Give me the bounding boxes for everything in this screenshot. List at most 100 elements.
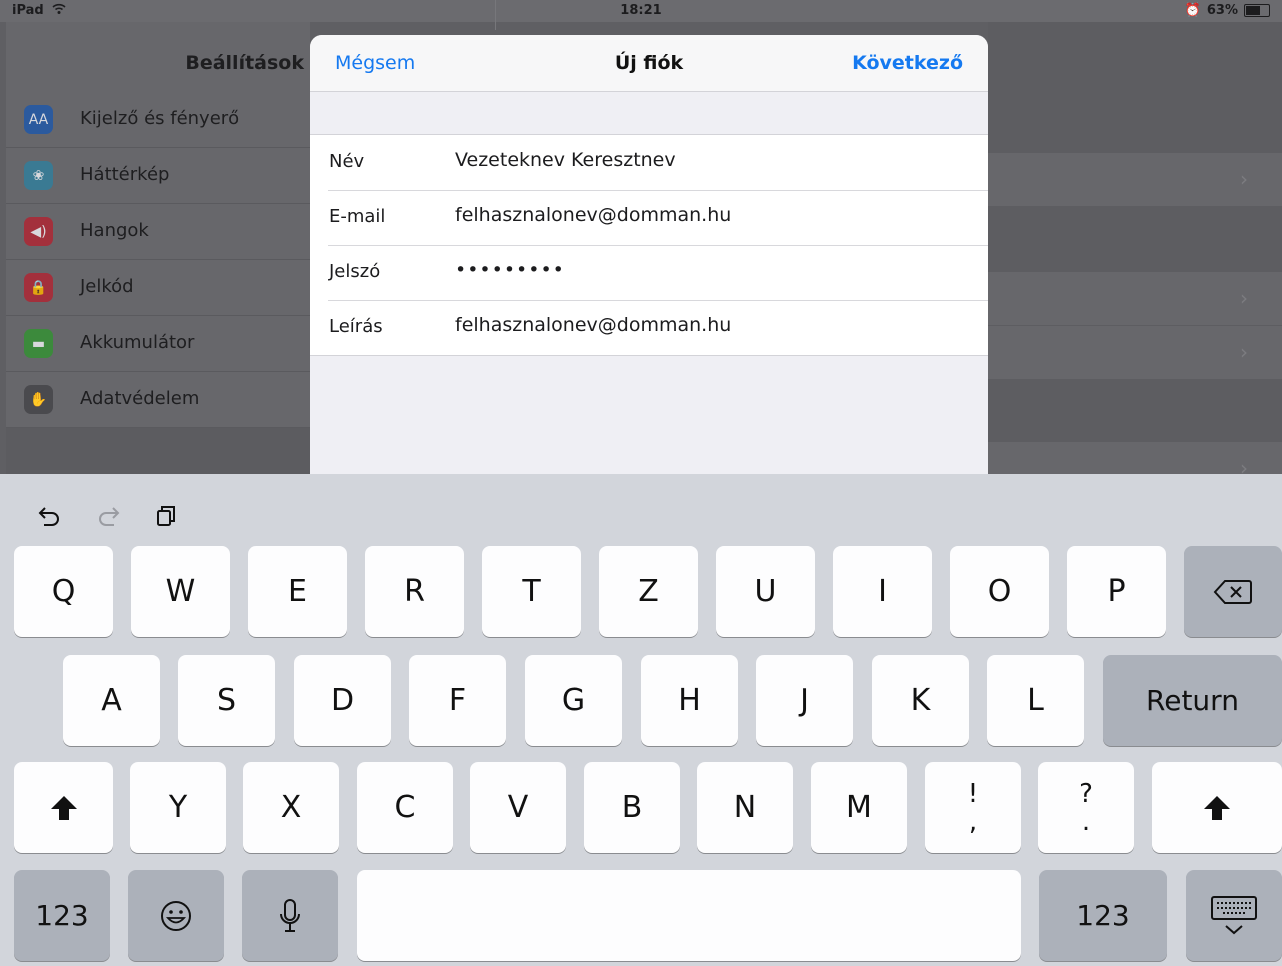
key-n[interactable]: N <box>697 762 793 853</box>
passcode-icon: 🔒 <box>24 273 53 302</box>
settings-item-wallpaper[interactable]: ❀ Háttérkép <box>6 148 310 204</box>
privacy-hand-icon: ✋ <box>24 385 53 414</box>
key-d[interactable]: D <box>294 655 391 746</box>
key-exclaim-comma[interactable]: !, <box>925 762 1021 853</box>
settings-sidebar: Beállítások AA Kijelző és fényerő ❀ Hátt… <box>6 22 310 482</box>
key-p[interactable]: P <box>1067 546 1166 637</box>
clock: 18:21 <box>620 3 662 18</box>
new-account-modal: Mégsem Új fiók Következő Név Vezeteknev … <box>310 35 988 480</box>
key-f[interactable]: F <box>409 655 506 746</box>
settings-item-passcode[interactable]: 🔒 Jelkód <box>6 260 310 316</box>
display-brightness-icon: AA <box>24 105 53 134</box>
shift-icon <box>50 795 77 820</box>
field-label: E-mail <box>329 206 386 227</box>
settings-item-battery[interactable]: ▬ Akkumulátor <box>6 316 310 372</box>
undo-icon[interactable] <box>32 499 66 533</box>
chevron-right-icon: › <box>1240 340 1248 364</box>
key-c[interactable]: C <box>357 762 453 853</box>
key-s[interactable]: S <box>178 655 275 746</box>
key-z[interactable]: Z <box>599 546 698 637</box>
key-q[interactable]: Q <box>14 546 113 637</box>
split-divider <box>495 0 496 30</box>
emoji-key[interactable] <box>128 870 224 961</box>
key-r[interactable]: R <box>365 546 464 637</box>
settings-item-label: Kijelző és fényerő <box>80 108 240 129</box>
settings-item-label: Akkumulátor <box>80 332 195 353</box>
key-bottom-char: , <box>968 806 978 837</box>
key-k[interactable]: K <box>872 655 969 746</box>
settings-item-label: Jelkód <box>80 276 134 297</box>
key-top-char: ! <box>967 778 979 809</box>
numbers-key-left[interactable]: 123 <box>14 870 110 961</box>
key-i[interactable]: I <box>833 546 932 637</box>
wallpaper-icon: ❀ <box>24 161 53 190</box>
form-row-password[interactable]: Jelszó ••••••••• <box>310 245 988 300</box>
battery-percent: 63% <box>1206 3 1238 18</box>
form-row-description[interactable]: Leírás felhasznalonev@domman.hu <box>310 300 988 355</box>
alarm-icon: ⏰ <box>1184 3 1201 18</box>
status-right: ⏰ 63% <box>1185 3 1270 18</box>
key-h[interactable]: H <box>641 655 738 746</box>
backspace-key[interactable] <box>1184 546 1282 637</box>
keyboard-dismiss-icon <box>1211 895 1257 934</box>
field-label: Név <box>329 151 365 172</box>
shift-key-left[interactable] <box>14 762 113 853</box>
key-b[interactable]: B <box>584 762 680 853</box>
shift-key-right[interactable] <box>1152 762 1282 853</box>
key-u[interactable]: U <box>716 546 815 637</box>
settings-item-privacy[interactable]: ✋ Adatvédelem <box>6 372 310 428</box>
key-o[interactable]: O <box>950 546 1049 637</box>
settings-item-sounds[interactable]: ◀) Hangok <box>6 204 310 260</box>
name-field[interactable]: Vezeteknev Keresztnev <box>455 149 955 171</box>
detail-cell: › <box>988 272 1282 325</box>
emoji-icon <box>161 900 191 931</box>
key-bottom-char: . <box>1081 806 1091 837</box>
key-l[interactable]: L <box>987 655 1084 746</box>
chevron-right-icon: › <box>1240 286 1248 310</box>
dictation-key[interactable] <box>242 870 338 961</box>
redo-icon[interactable] <box>92 499 126 533</box>
key-e[interactable]: E <box>248 546 347 637</box>
section-gap <box>6 428 310 478</box>
modal-navbar: Mégsem Új fiók Következő <box>310 35 988 92</box>
key-t[interactable]: T <box>482 546 581 637</box>
battery-icon <box>1244 4 1270 17</box>
account-form: Név Vezeteknev Keresztnev E-mail felhasz… <box>310 134 988 356</box>
field-label: Jelszó <box>329 261 381 282</box>
key-x[interactable]: X <box>243 762 339 853</box>
microphone-icon <box>280 898 300 932</box>
key-y[interactable]: Y <box>130 762 226 853</box>
description-field[interactable]: felhasznalonev@domman.hu <box>455 314 955 336</box>
detail-pane: › › › › <box>988 22 1282 495</box>
chevron-right-icon: › <box>1240 167 1248 191</box>
settings-item-display[interactable]: AA Kijelző és fényerő <box>6 92 310 148</box>
field-label: Leírás <box>329 316 383 337</box>
form-row-name[interactable]: Név Vezeteknev Keresztnev <box>310 135 988 190</box>
settings-title: Beállítások <box>185 52 304 74</box>
password-field[interactable]: ••••••••• <box>455 259 955 281</box>
paste-icon[interactable] <box>149 499 183 533</box>
key-w[interactable]: W <box>131 546 230 637</box>
dismiss-keyboard-key[interactable] <box>1186 870 1282 961</box>
battery-icon: ▬ <box>24 329 53 358</box>
key-a[interactable]: A <box>63 655 160 746</box>
settings-item-label: Háttérkép <box>80 164 170 185</box>
return-key[interactable]: Return <box>1103 655 1282 746</box>
status-bar: iPad 18:21 ⏰ 63% <box>0 0 1282 22</box>
shift-icon <box>1204 795 1230 820</box>
detail-cell: › <box>988 326 1282 379</box>
numbers-key-right[interactable]: 123 <box>1039 870 1167 961</box>
backspace-icon <box>1213 579 1252 604</box>
key-j[interactable]: J <box>756 655 853 746</box>
detail-cell: › <box>988 153 1282 206</box>
settings-item-label: Hangok <box>80 220 149 241</box>
key-m[interactable]: M <box>811 762 907 853</box>
key-g[interactable]: G <box>525 655 622 746</box>
form-row-email[interactable]: E-mail felhasznalonev@domman.hu <box>310 190 988 245</box>
next-button[interactable]: Következő <box>852 52 963 74</box>
key-v[interactable]: V <box>470 762 566 853</box>
key-question-period[interactable]: ?. <box>1038 762 1134 853</box>
onscreen-keyboard: Q W E R T Z U I O P A S D F G H J K L Re… <box>0 474 1282 966</box>
email-field[interactable]: felhasznalonev@domman.hu <box>455 204 955 226</box>
space-key[interactable] <box>357 870 1021 961</box>
